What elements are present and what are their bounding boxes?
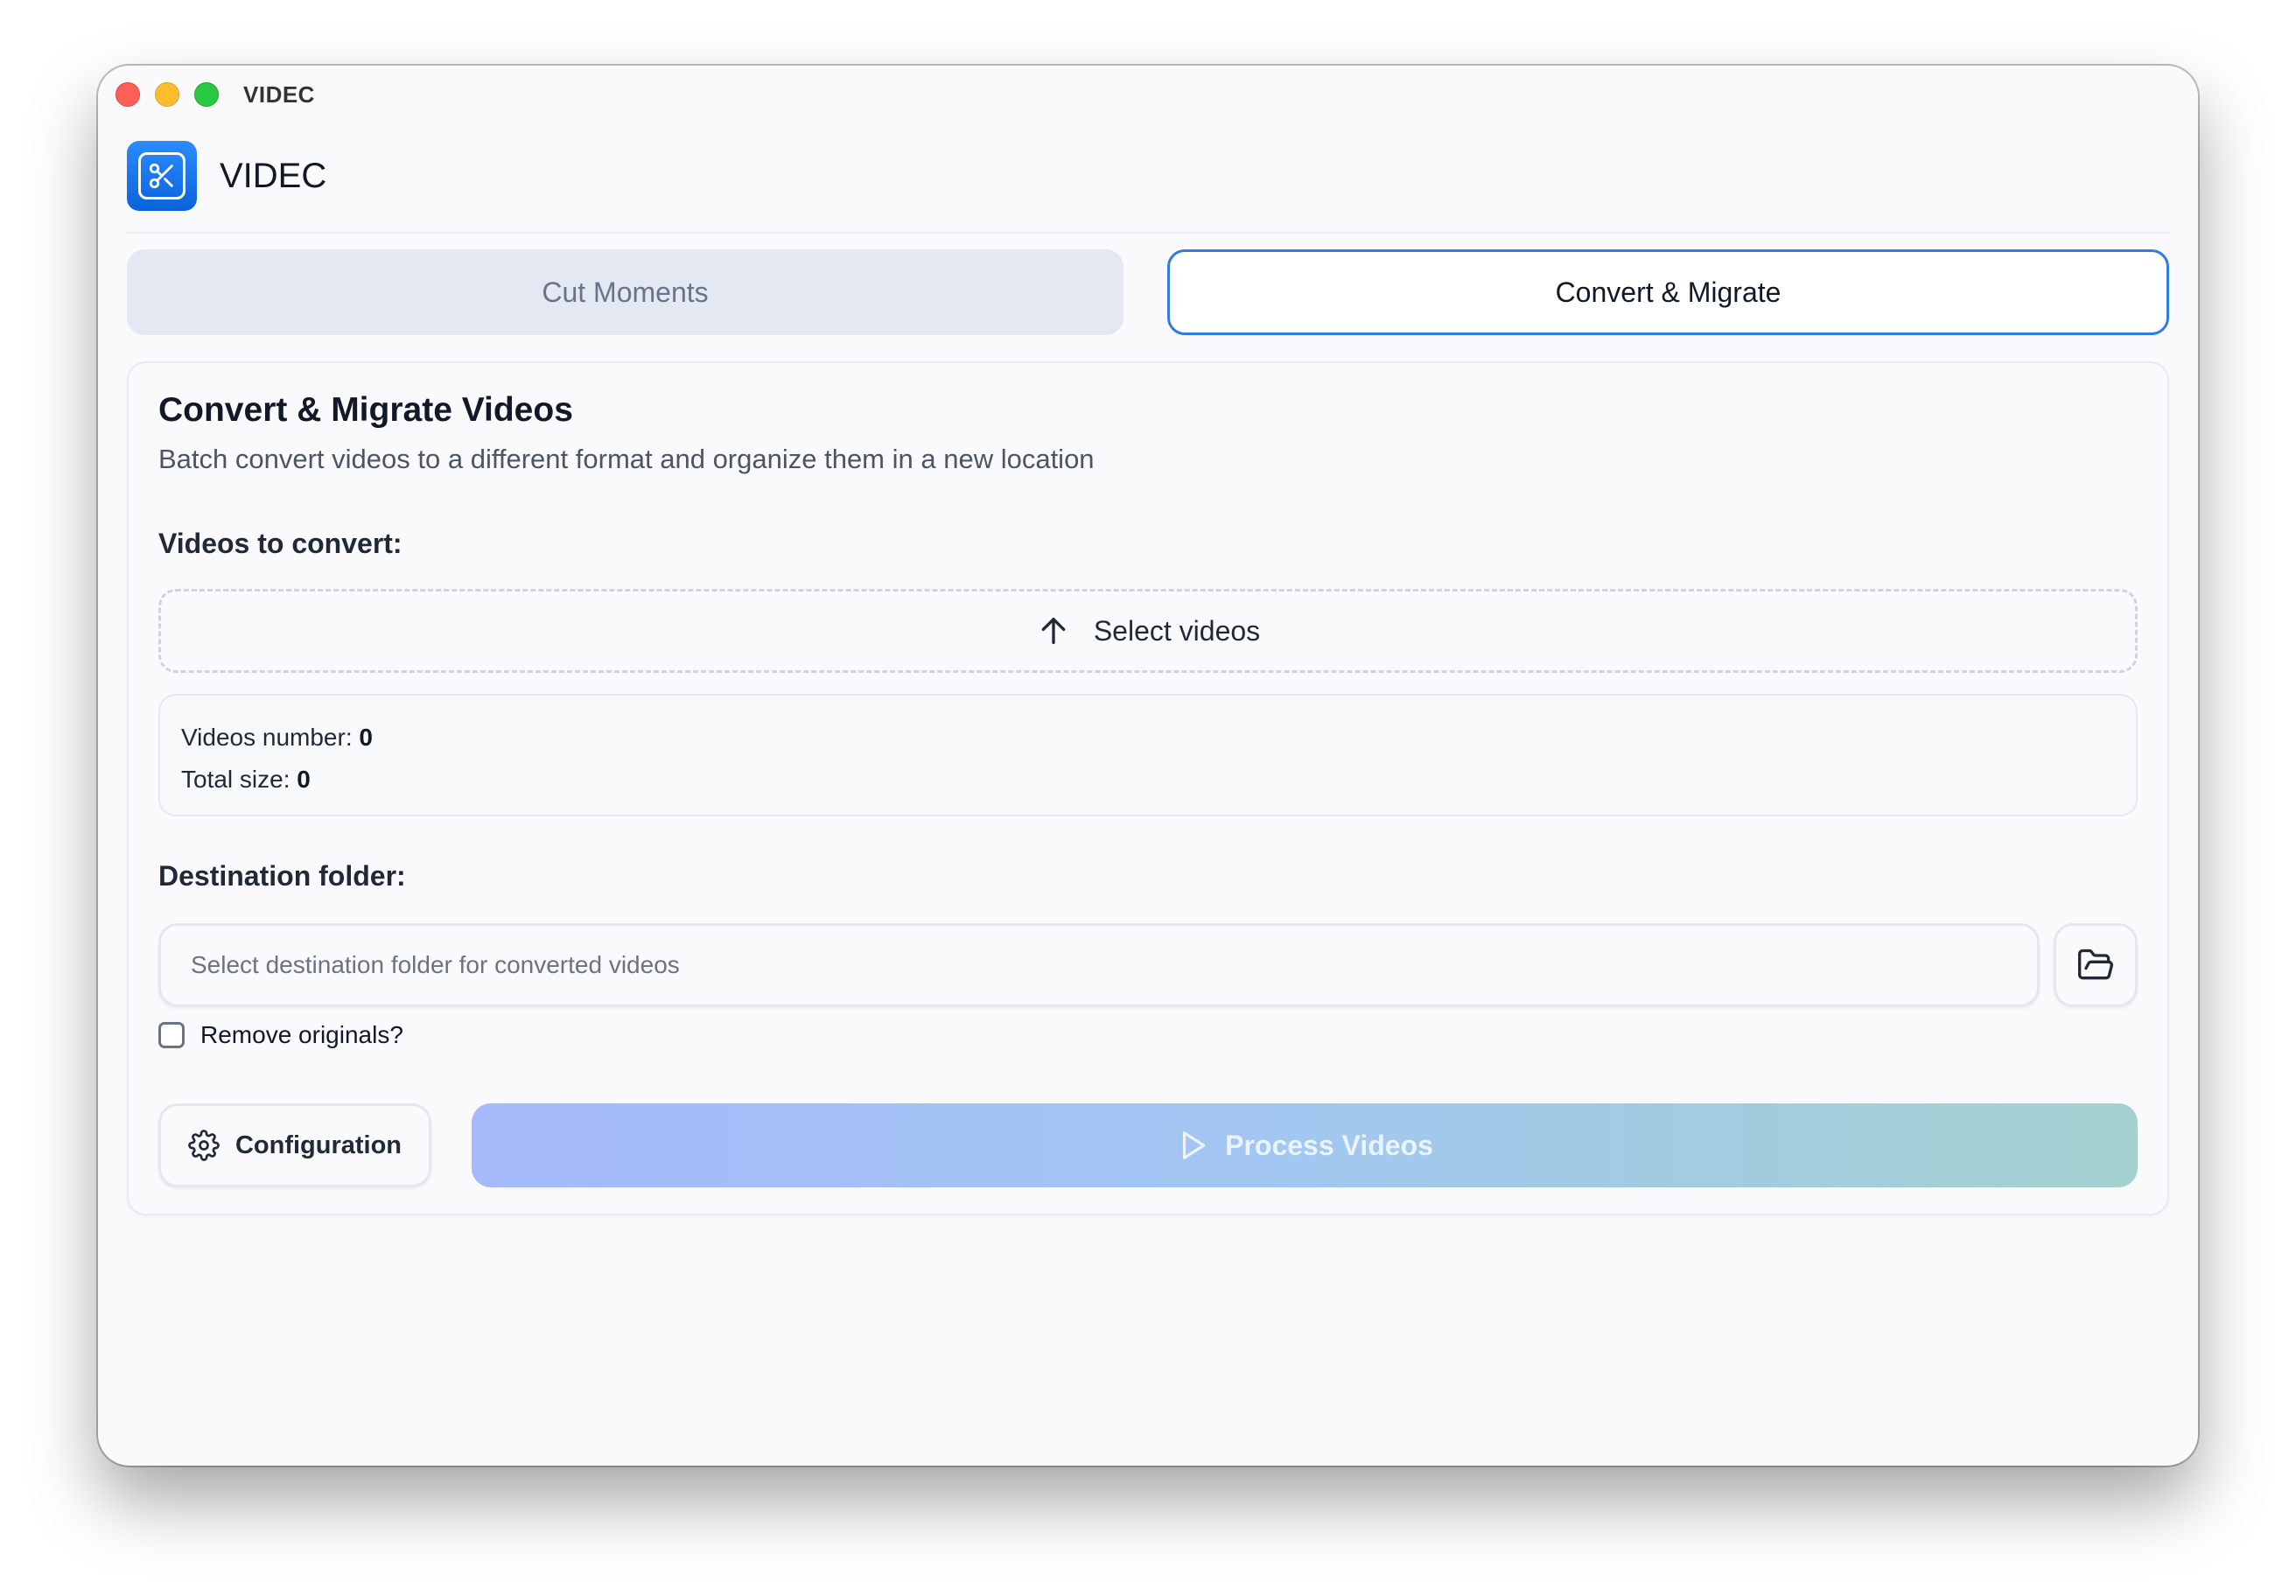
videos-to-convert-label: Videos to convert: xyxy=(158,528,402,559)
minimize-window-button[interactable] xyxy=(155,82,179,107)
total-size-value: 0 xyxy=(297,766,311,793)
gear-icon xyxy=(188,1130,220,1161)
total-size-row: Total size: 0 xyxy=(181,759,2115,801)
process-videos-label: Process Videos xyxy=(1225,1129,1433,1161)
tab-cut-moments[interactable]: Cut Moments xyxy=(127,249,1124,335)
remove-originals-checkbox[interactable] xyxy=(158,1022,185,1048)
configuration-button[interactable]: Configuration xyxy=(158,1103,431,1187)
app-logo xyxy=(127,141,197,211)
window-title: VIDEC xyxy=(243,80,315,108)
app-window: VIDEC VIDEC Cut Moments Convert & Migrat… xyxy=(98,66,2198,1466)
close-window-button[interactable] xyxy=(116,82,140,107)
convert-migrate-card: Convert & Migrate Videos Batch convert v… xyxy=(127,361,2169,1215)
card-subtitle: Batch convert videos to a different form… xyxy=(158,444,1095,474)
scissors-icon xyxy=(149,163,173,189)
app-name: VIDEC xyxy=(220,156,327,195)
total-size-label: Total size: xyxy=(181,766,290,793)
video-stats-panel: Videos number: 0 Total size: 0 xyxy=(158,694,2138,816)
card-title: Convert & Migrate Videos xyxy=(158,391,573,429)
select-videos-label: Select videos xyxy=(1093,614,1261,647)
window-controls xyxy=(116,82,219,107)
videos-number-value: 0 xyxy=(359,724,373,751)
videos-number-label: Videos number: xyxy=(181,724,353,751)
configuration-label: Configuration xyxy=(234,1130,402,1159)
browse-folder-button[interactable] xyxy=(2054,923,2138,1007)
remove-originals-label: Remove originals? xyxy=(200,1021,403,1048)
app-header: VIDEC xyxy=(127,137,2169,234)
select-videos-dropzone[interactable]: Select videos xyxy=(158,589,2138,673)
tab-bar: Cut Moments Convert & Migrate xyxy=(127,249,2169,335)
process-videos-button[interactable]: Process Videos xyxy=(472,1103,2138,1187)
arrow-up-icon xyxy=(1041,618,1066,644)
videos-number-row: Videos number: 0 xyxy=(181,717,2115,759)
remove-originals-row: Remove originals? xyxy=(158,1021,403,1049)
tab-convert-migrate[interactable]: Convert & Migrate xyxy=(1167,249,2169,335)
folder-open-icon xyxy=(2078,948,2113,980)
maximize-window-button[interactable] xyxy=(194,82,219,107)
titlebar: VIDEC xyxy=(98,66,2198,123)
destination-folder-input[interactable]: Select destination folder for converted … xyxy=(158,923,2040,1007)
play-icon xyxy=(1183,1131,1206,1159)
destination-folder-label: Destination folder: xyxy=(158,860,406,892)
